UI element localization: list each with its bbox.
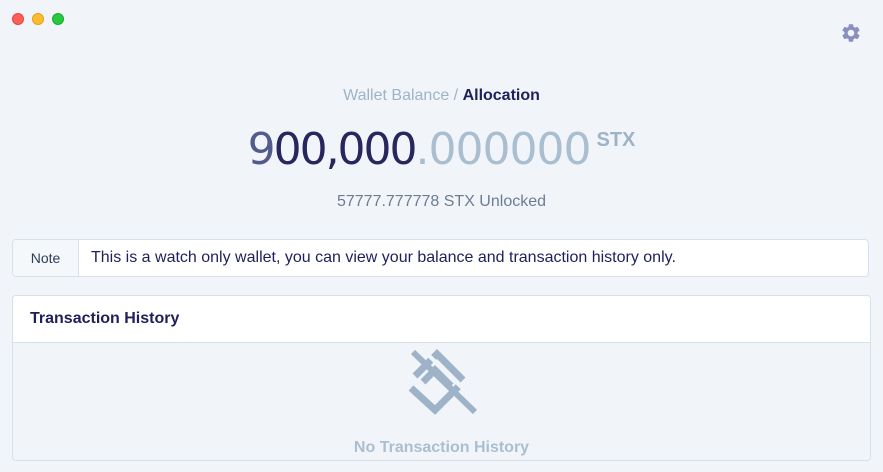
unlocked-balance: 57777.777778 STX Unlocked [336,193,547,210]
note-tag: Note [13,240,79,276]
wallet-balance: 900,000.000000 STX [0,124,883,175]
window-controls [12,13,64,25]
breadcrumb-parent[interactable]: Wallet Balance [343,87,449,104]
zoom-window-button[interactable] [52,13,64,25]
close-window-button[interactable] [12,13,24,25]
note-text: This is a watch only wallet, you can vie… [91,249,676,266]
breadcrumb-separator: / [449,87,463,104]
balance-decimal: .000000 [415,124,592,175]
balance-integer-rest: 00,000 [273,124,418,175]
transaction-history-panel: Transaction History No Transaction Histo… [12,295,871,461]
transaction-history-title: Transaction History [13,296,870,343]
breadcrumb: Wallet Balance / Allocation [0,87,883,105]
watch-only-note: Note This is a watch only wallet, you ca… [12,239,869,277]
no-transactions-icon [408,346,479,415]
app-window: Wallet Balance / Allocation 900,000.0000… [0,0,883,472]
balance-unit: STX [596,129,636,151]
minimize-window-button[interactable] [32,13,44,25]
empty-history-label: No Transaction History [353,439,530,456]
balance-integer-first-digit: 9 [247,124,276,175]
gear-icon[interactable] [840,22,862,44]
breadcrumb-current: Allocation [462,87,540,104]
balance-integer: 900,000 [247,124,418,175]
